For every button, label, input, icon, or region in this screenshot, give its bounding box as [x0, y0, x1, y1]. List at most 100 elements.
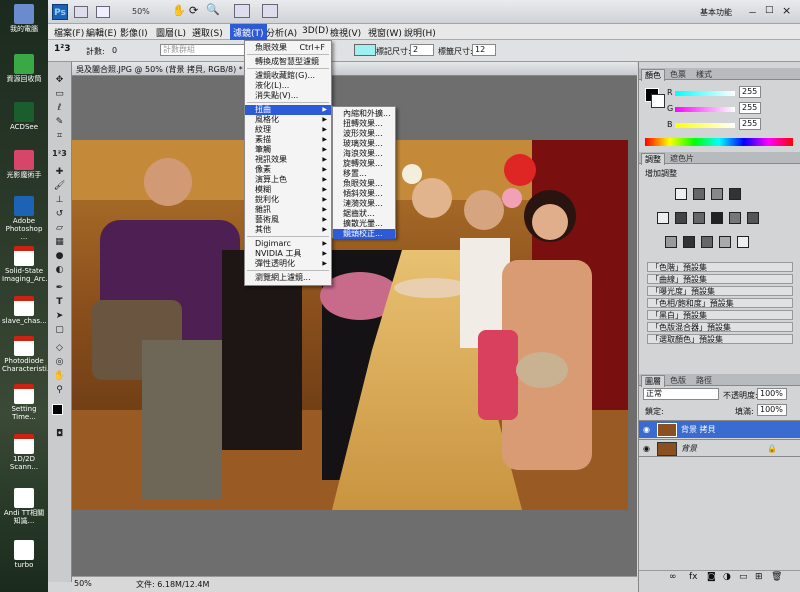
distort-submenu-item[interactable]: 魚眼效果...	[333, 179, 395, 189]
distort-submenu-item[interactable]: 波形效果...	[333, 129, 395, 139]
lasso-tool-icon[interactable]: ℓ	[51, 102, 68, 114]
3d-rotate-tool-icon[interactable]: ◇	[51, 342, 68, 354]
screen-mode-icon[interactable]	[96, 6, 110, 18]
opacity-field[interactable]: 100%	[757, 388, 787, 400]
arrange-documents-icon[interactable]	[234, 4, 250, 18]
crop-tool-icon[interactable]: ⌗	[51, 130, 68, 142]
pen-tool-icon[interactable]: ✒	[51, 282, 68, 294]
color-bg-swatch[interactable]	[651, 94, 665, 108]
threshold-adjust-icon[interactable]	[701, 236, 713, 248]
filter-menu-item[interactable]: 風格化 ▶	[245, 115, 331, 125]
curves-adjust-icon[interactable]	[711, 188, 723, 200]
screen-layout-icon[interactable]	[262, 4, 278, 18]
move-tool-icon[interactable]: ✥	[51, 74, 68, 86]
photo-filter-adjust-icon[interactable]	[729, 212, 741, 224]
desktop-icon[interactable]: turbo	[2, 540, 46, 569]
preset-item[interactable]: 「曲線」預設集	[647, 274, 793, 284]
workspace-label[interactable]: 基本功能	[700, 7, 732, 18]
status-zoom[interactable]: 50%	[74, 579, 92, 588]
count-group-field[interactable]: 計數群組	[160, 44, 246, 56]
document-tab[interactable]: 吳及闔合照.JPG @ 50% (背景 拷貝, RGB/8) *×	[72, 62, 637, 76]
distort-submenu-item[interactable]: 漣漪效果...	[333, 199, 395, 209]
type-tool-icon[interactable]: T	[51, 296, 68, 308]
channel-mixer-adjust-icon[interactable]	[747, 212, 759, 224]
filter-menu-item[interactable]: 其他 ▶	[245, 225, 331, 235]
visibility-eye-icon[interactable]: ◉	[643, 421, 650, 439]
marker-color-swatch[interactable]	[354, 44, 376, 56]
channel-b-value[interactable]: 255	[739, 118, 761, 130]
desktop-icon[interactable]: ACDSee	[2, 102, 46, 131]
filter-menu-item[interactable]: 雜訊 ▶	[245, 205, 331, 215]
desktop-icon[interactable]: slave_chas...	[2, 296, 47, 325]
filter-menu-item[interactable]: 魚眼效果 Ctrl+F	[245, 43, 331, 53]
gradient-map-adjust-icon[interactable]	[719, 236, 731, 248]
shape-tool-icon[interactable]: ▢	[51, 324, 68, 336]
menu-item[interactable]: 視窗(W)	[368, 26, 402, 39]
invert-adjust-icon[interactable]	[665, 236, 677, 248]
layer-name[interactable]: 背景 拷貝	[681, 421, 716, 439]
fx-icon[interactable]: fx	[689, 572, 698, 582]
posterize-adjust-icon[interactable]	[683, 236, 695, 248]
marquee-tool-icon[interactable]: ▭	[51, 88, 68, 100]
tab-adjustments[interactable]: 調整	[641, 153, 665, 165]
menu-item[interactable]: 選取(S)	[192, 26, 223, 39]
menu-item[interactable]: 檢視(V)	[330, 26, 361, 39]
fill-field[interactable]: 100%	[757, 404, 787, 416]
maximize-button[interactable]: □	[765, 5, 774, 15]
blur-tool-icon[interactable]: ●	[51, 250, 68, 262]
layer-row-copy[interactable]: ◉ 背景 拷貝	[639, 420, 800, 438]
dodge-tool-icon[interactable]: ◐	[51, 264, 68, 276]
spot-healing-tool-icon[interactable]: ✚	[51, 166, 68, 178]
filter-menu-item[interactable]: 消失點(V)...	[245, 91, 331, 101]
preset-item[interactable]: 「色版混合器」預設集	[647, 322, 793, 332]
path-select-tool-icon[interactable]: ➤	[51, 310, 68, 322]
label-size-field[interactable]: 12	[472, 44, 496, 56]
distort-submenu-item[interactable]: 旋轉效果...	[333, 159, 395, 169]
new-layer-icon[interactable]: ⊞	[755, 572, 763, 582]
rotate-view-icon[interactable]: ⟳	[189, 4, 198, 17]
foreground-color-swatch[interactable]	[52, 404, 63, 415]
brightness-adjust-icon[interactable]	[675, 188, 687, 200]
minimize-button[interactable]: －	[748, 6, 757, 19]
close-button[interactable]: ×	[782, 4, 791, 17]
filter-menu-item[interactable]: 筆觸 ▶	[245, 145, 331, 155]
filter-menu-item[interactable]: 藝術風 ▶	[245, 215, 331, 225]
channel-r-slider[interactable]	[675, 91, 735, 96]
tab-color[interactable]: 顏色	[641, 69, 665, 81]
filter-menu-item[interactable]: 瀏覽網上濾鏡...	[245, 273, 331, 283]
layer-row-background[interactable]: ◉ 背景 🔒	[639, 439, 800, 457]
filter-menu-item[interactable]: 演算上色 ▶	[245, 175, 331, 185]
distort-submenu-item[interactable]: 玻璃效果...	[333, 139, 395, 149]
preset-item[interactable]: 「黑白」預設集	[647, 310, 793, 320]
distort-submenu-item[interactable]: 擴散光暈...	[333, 219, 395, 229]
menu-item[interactable]: 說明(H)	[404, 26, 436, 39]
group-icon[interactable]: ▭	[739, 572, 748, 582]
marker-size-field[interactable]: 2	[410, 44, 434, 56]
desktop-icon[interactable]: 資源回收筒	[2, 54, 46, 83]
distort-submenu-item[interactable]: 移置...	[333, 169, 395, 179]
desktop-icon[interactable]: Solid-State Imaging_Arc...	[2, 246, 52, 283]
channel-b-slider[interactable]	[675, 123, 735, 128]
distort-submenu-item[interactable]: 鋸齒狀...	[333, 209, 395, 219]
history-brush-tool-icon[interactable]: ↺	[51, 208, 68, 220]
brush-tool-icon[interactable]: 🖌	[51, 180, 68, 192]
trash-icon[interactable]: 🗑	[771, 572, 782, 582]
menu-item[interactable]: 圖層(L)	[156, 26, 186, 39]
preset-item[interactable]: 「曝光度」預設集	[647, 286, 793, 296]
channel-r-value[interactable]: 255	[739, 86, 761, 98]
zoom-tool-sidebar-icon[interactable]: ⚲	[51, 384, 68, 396]
menu-item[interactable]: 3D(D)	[302, 26, 329, 36]
channel-g-slider[interactable]	[675, 107, 735, 112]
clone-stamp-tool-icon[interactable]: ⊥	[51, 194, 68, 206]
color-spectrum-bar[interactable]	[645, 138, 793, 146]
visibility-eye-icon[interactable]: ◉	[643, 440, 650, 458]
distort-submenu-item[interactable]: 海浪效果...	[333, 149, 395, 159]
menu-item[interactable]: 影像(I)	[120, 26, 148, 39]
count-tool-icon-sidebar[interactable]: 1²3	[51, 148, 68, 160]
quick-mask-icon[interactable]: ◘	[51, 428, 68, 440]
vibrance-adjust-icon[interactable]	[657, 212, 669, 224]
channel-g-value[interactable]: 255	[739, 102, 761, 114]
desktop-icon[interactable]: Photodiode Characteristi...	[2, 336, 54, 373]
selective-color-adjust-icon[interactable]	[737, 236, 749, 248]
zoom-level[interactable]: 50%	[132, 7, 150, 16]
